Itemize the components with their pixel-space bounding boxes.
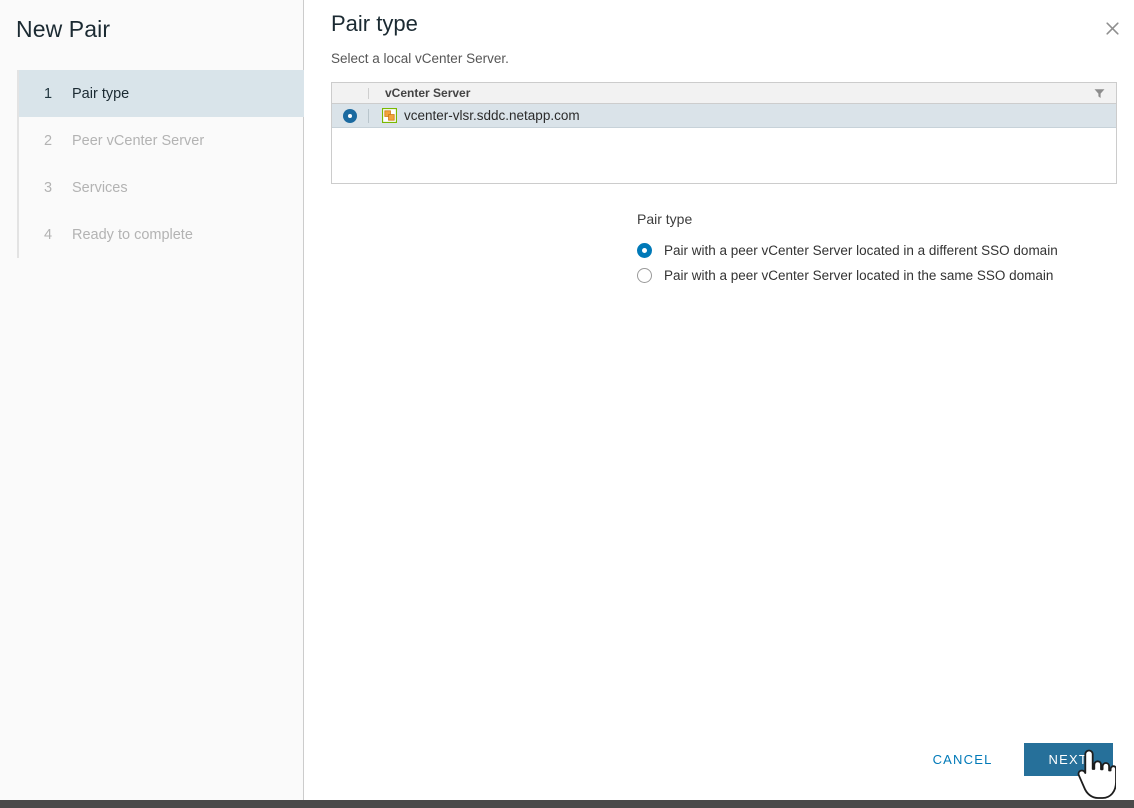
table-empty-area (332, 128, 1116, 181)
pair-type-radio-group: Pair with a peer vCenter Server located … (637, 238, 1058, 287)
vcenter-server-table: vCenter Server vcenter-vlsr.sddc.netapp.… (331, 82, 1117, 184)
step-number: 2 (44, 132, 53, 149)
wizard-step-pair-type[interactable]: 1 Pair type (19, 70, 304, 117)
filter-icon[interactable] (1093, 87, 1106, 100)
step-number: 3 (44, 179, 53, 196)
step-label: Peer vCenter Server (72, 132, 205, 149)
table-cell-vcenter-server: vcenter-vlsr.sddc.netapp.com (369, 108, 580, 124)
pair-type-group-label: Pair type (637, 211, 693, 227)
radio-option-different-sso-domain[interactable]: Pair with a peer vCenter Server located … (637, 238, 1058, 262)
step-label: Services (72, 179, 128, 196)
table-header-select-column (332, 83, 368, 103)
step-number: 1 (44, 85, 53, 102)
step-number: 4 (44, 226, 53, 243)
wizard-steps-pane: New Pair 1 Pair type 2 Peer vCenter Serv… (0, 0, 304, 800)
table-header-vcenter-server[interactable]: vCenter Server (369, 86, 1116, 100)
new-pair-wizard-dialog: New Pair 1 Pair type 2 Peer vCenter Serv… (0, 0, 1134, 808)
next-button[interactable]: NEXT (1023, 742, 1113, 776)
step-label: Pair type (72, 85, 130, 102)
wizard-step-services[interactable]: 3 Services (19, 164, 304, 211)
radio-option-label: Pair with a peer vCenter Server located … (664, 242, 1058, 258)
vcenter-server-icon (382, 108, 398, 124)
page-subtitle: Select a local vCenter Server. (331, 51, 509, 66)
row-select-radio[interactable] (332, 108, 368, 123)
wizard-step-peer-vcenter-server[interactable]: 2 Peer vCenter Server (19, 117, 304, 164)
close-icon[interactable] (1098, 14, 1126, 42)
page-title: Pair type (331, 11, 418, 36)
wizard-footer: CANCEL NEXT (305, 726, 1134, 792)
desktop-taskbar (0, 800, 1134, 808)
table-row[interactable]: vcenter-vlsr.sddc.netapp.com (332, 104, 1116, 128)
cancel-button[interactable]: CANCEL (918, 744, 1008, 775)
wizard-step-list: 1 Pair type 2 Peer vCenter Server 3 Serv… (17, 70, 304, 258)
table-header-row: vCenter Server (332, 83, 1116, 104)
step-label: Ready to complete (72, 226, 193, 243)
vcenter-server-name: vcenter-vlsr.sddc.netapp.com (404, 108, 580, 123)
wizard-step-ready-to-complete[interactable]: 4 Ready to complete (19, 211, 304, 258)
radio-unchecked-icon (637, 267, 652, 283)
wizard-content-pane: Pair type Select a local vCenter Server.… (305, 0, 1134, 800)
wizard-title: New Pair (16, 16, 111, 42)
radio-option-label: Pair with a peer vCenter Server located … (664, 267, 1054, 283)
radio-selected-icon (343, 108, 357, 123)
radio-checked-icon (637, 242, 652, 258)
radio-option-same-sso-domain[interactable]: Pair with a peer vCenter Server located … (637, 263, 1058, 287)
